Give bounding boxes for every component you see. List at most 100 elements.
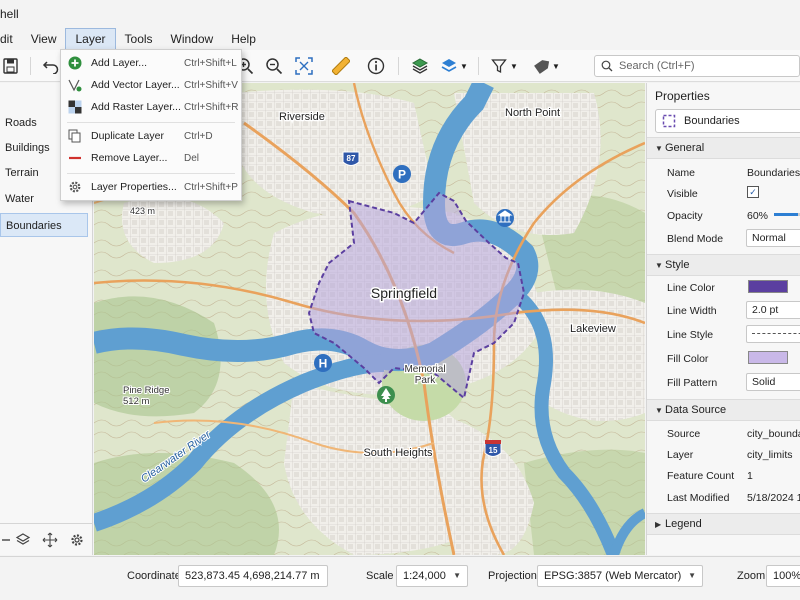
layer-label: Layer <box>667 449 694 461</box>
gear-icon[interactable] <box>69 532 85 548</box>
menu-bar: dit View Layer Tools Window Help <box>0 28 800 50</box>
menu-item-layer-properties[interactable]: Layer Properties... Ctrl+Shift+P <box>61 176 241 198</box>
status-bar: Coordinate 523,873.45 4,698,214.77 m Sca… <box>0 556 800 600</box>
chevron-down-icon: ▼ <box>655 144 663 153</box>
parking-poi[interactable]: P <box>393 165 411 183</box>
line-color-label: Line Color <box>667 282 715 294</box>
menu-help[interactable]: Help <box>222 28 265 50</box>
tag-icon[interactable] <box>530 55 552 77</box>
menu-layer[interactable]: Layer <box>65 28 116 50</box>
search-box[interactable] <box>594 55 800 77</box>
menu-item-add-raster-layer[interactable]: Add Raster Layer... Ctrl+Shift+R <box>61 96 241 118</box>
hospital-poi[interactable]: H <box>314 354 332 372</box>
section-general[interactable]: ▼ General <box>647 137 800 159</box>
measure-ruler-icon[interactable] <box>330 55 352 77</box>
scale-select[interactable]: 1:24,000 ▼ <box>396 565 468 587</box>
opacity-label: Opacity <box>667 210 703 222</box>
chevron-down-icon[interactable]: ▼ <box>458 55 470 77</box>
opacity-slider-fill <box>774 213 798 216</box>
label-south-heights: South Heights <box>363 447 433 459</box>
label-memorial: Memorial <box>404 364 445 375</box>
label-pine-ridge: Pine Ridge <box>123 385 169 396</box>
layer-name-box[interactable]: Boundaries <box>655 109 800 133</box>
toolbar-separator <box>398 57 399 75</box>
layer-stack-icon[interactable] <box>15 532 31 548</box>
filter-icon[interactable] <box>488 55 510 77</box>
source-label: Source <box>667 428 701 440</box>
line-style-select[interactable] <box>746 325 800 343</box>
menu-edit[interactable]: dit <box>0 28 22 50</box>
menu-tools[interactable]: Tools <box>116 28 162 50</box>
visible-checkbox[interactable]: ✓ <box>747 186 759 198</box>
chevron-down-icon: ▼ <box>453 571 461 580</box>
line-width-input[interactable]: 2.0 pt <box>746 301 800 319</box>
menu-window[interactable]: Window <box>162 28 223 50</box>
svg-text:H: H <box>319 357 328 371</box>
svg-text:87: 87 <box>347 154 356 163</box>
search-input[interactable] <box>619 60 789 72</box>
opacity-value: 60% <box>747 210 769 222</box>
label-riverside: Riverside <box>279 111 325 123</box>
label-springfield: Springfield <box>371 285 437 301</box>
zoom-input[interactable]: 100% <box>766 565 800 587</box>
window-title: hell <box>0 7 19 21</box>
name-label: Name <box>667 167 696 179</box>
name-value: Boundaries <box>747 167 800 179</box>
section-style[interactable]: ▼ Style <box>647 254 800 276</box>
menu-item-add-vector-layer[interactable]: Add Vector Layer... Ctrl+Shift+V <box>61 74 241 96</box>
museum-poi[interactable] <box>496 209 514 227</box>
projection-select[interactable]: EPSG:3857 (Web Mercator) ▼ <box>537 565 703 587</box>
chevron-down-icon[interactable]: ▼ <box>550 55 562 77</box>
scale-label: Scale <box>366 570 394 582</box>
section-data-source[interactable]: ▼ Data Source <box>647 399 800 421</box>
collapse-icon[interactable] <box>0 532 16 548</box>
toolbar-separator <box>478 57 479 75</box>
line-width-label: Line Width <box>667 305 717 317</box>
zoom-out-icon[interactable] <box>263 55 285 77</box>
line-style-label: Line Style <box>667 329 714 341</box>
menu-separator <box>67 173 235 174</box>
layers-icon[interactable] <box>409 55 431 77</box>
line-color-swatch[interactable] <box>748 280 788 293</box>
gear-icon <box>67 179 83 195</box>
layer-name-text: Boundaries <box>684 115 740 127</box>
park-tree-poi[interactable] <box>377 386 395 404</box>
menu-item-add-layer[interactable]: Add Layer... Ctrl+Shift+L <box>61 52 241 74</box>
section-legend[interactable]: ▶ Legend <box>647 513 800 535</box>
menu-view[interactable]: View <box>22 28 66 50</box>
label-lakeview: Lakeview <box>570 323 616 335</box>
layer-style-icon[interactable] <box>438 55 460 77</box>
layer-item-boundaries[interactable]: Boundaries <box>0 213 88 237</box>
chevron-down-icon: ▼ <box>688 571 696 580</box>
fill-color-swatch[interactable] <box>748 351 788 364</box>
blend-mode-select[interactable]: Normal <box>746 229 800 247</box>
menu-item-remove-layer[interactable]: Remove Layer... Del <box>61 147 241 169</box>
zoom-extent-icon[interactable] <box>293 55 315 77</box>
polygon-select-icon <box>662 114 676 128</box>
zoom-label: Zoom <box>737 570 766 582</box>
fill-pattern-label: Fill Pattern <box>667 377 718 389</box>
label-park: Park <box>415 375 437 386</box>
svg-text:15: 15 <box>489 446 498 455</box>
menu-item-duplicate-layer[interactable]: Duplicate Layer Ctrl+D <box>61 125 241 147</box>
chevron-down-icon[interactable]: ▼ <box>508 55 520 77</box>
move-icon[interactable] <box>42 532 58 548</box>
feature-count-value: 1 <box>747 470 753 482</box>
title-bar: hell <box>0 0 800 28</box>
raster-layer-icon <box>67 99 83 115</box>
info-icon[interactable] <box>365 55 387 77</box>
menu-separator <box>67 122 235 123</box>
fill-pattern-select[interactable]: Solid <box>746 373 800 391</box>
opacity-slider[interactable] <box>774 213 800 216</box>
undo-icon[interactable] <box>40 55 62 77</box>
toolbar-separator <box>30 57 31 75</box>
save-icon[interactable] <box>0 55 22 77</box>
label-peak-elevation: 423 m <box>130 206 155 216</box>
highway-shield-87: 87 <box>342 151 360 166</box>
properties-panel: Properties Boundaries ▼ General Name Boun… <box>646 83 800 555</box>
chevron-right-icon: ▶ <box>655 520 662 529</box>
duplicate-icon <box>67 128 83 144</box>
feature-count-label: Feature Count <box>667 470 735 482</box>
fill-color-label: Fill Color <box>667 353 709 365</box>
label-pine-ridge-elevation: 512 m <box>123 396 149 407</box>
